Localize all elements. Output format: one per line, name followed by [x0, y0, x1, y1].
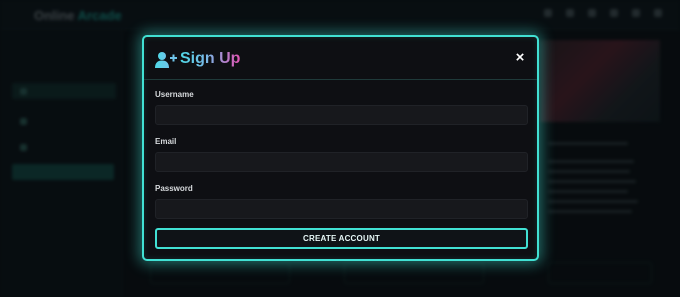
email-label: Email: [155, 137, 177, 146]
password-input[interactable]: [155, 199, 528, 219]
modal-header: Sign Up ×: [144, 37, 537, 80]
close-icon[interactable]: ×: [513, 50, 527, 66]
signup-modal: Sign Up × Username Email Password CREATE…: [142, 35, 539, 261]
password-label: Password: [155, 184, 193, 193]
modal-title: Sign Up: [180, 50, 241, 67]
username-input[interactable]: [155, 105, 528, 125]
username-label: Username: [155, 90, 194, 99]
create-account-button[interactable]: CREATE ACCOUNT: [155, 228, 528, 249]
user-plus-icon: [155, 52, 177, 68]
email-input[interactable]: [155, 152, 528, 172]
